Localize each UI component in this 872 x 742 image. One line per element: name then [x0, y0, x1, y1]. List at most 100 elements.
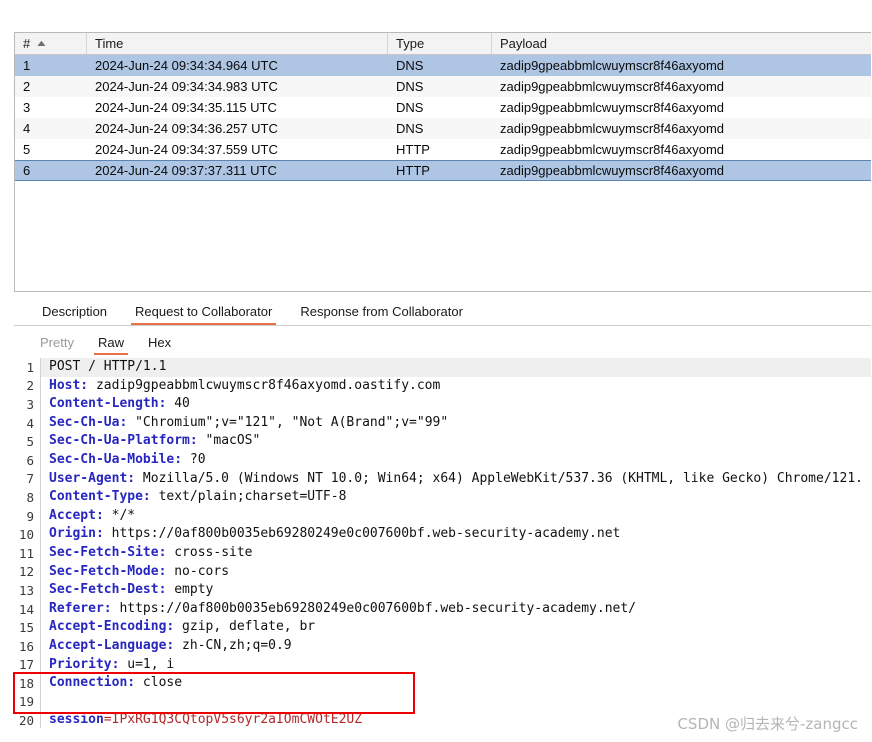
cell-number: 1: [23, 58, 31, 73]
header-name: Sec-Fetch-Site:: [49, 544, 167, 560]
header-name: Sec-Ch-Ua-Platform:: [49, 433, 198, 449]
header-name: Content-Length:: [49, 396, 167, 412]
cell-payload: zadip9gpeabbmlcwuymscr8f46axyomd: [500, 163, 725, 178]
detail-tab-bar: Description Request to Collaborator Resp…: [14, 299, 871, 326]
line-content: Referer: https://0af800b0035eb69280249e0…: [40, 599, 871, 619]
line-content: Content-Type: text/plain;charset=UTF-8: [40, 488, 871, 507]
cell-time: 2024-Jun-24 09:34:37.559 UTC: [95, 142, 278, 157]
code-line: 8 Content-Type: text/plain;charset=UTF-8: [14, 488, 871, 507]
line-content: Sec-Fetch-Mode: no-cors: [40, 562, 871, 582]
subtab-raw-label: Raw: [97, 335, 124, 350]
line-number: 15: [18, 620, 34, 636]
subtab-raw[interactable]: Raw: [86, 335, 136, 355]
line-number: 1: [26, 359, 34, 375]
code-line: 10 Origin: https://0af800b0035eb69280249…: [14, 525, 871, 544]
line-content: [40, 692, 871, 712]
line-content: Connection: close: [40, 674, 871, 693]
code-line: 14 Referer: https://0af800b0035eb6928024…: [14, 599, 871, 619]
line-content: Sec-Fetch-Site: cross-site: [40, 543, 871, 563]
line-number: 12: [18, 564, 34, 580]
line-number: 3: [26, 396, 34, 412]
code-line: 13 Sec-Fetch-Dest: empty: [14, 581, 871, 600]
line-number: 17: [18, 657, 34, 673]
table-row[interactable]: 1 2024-Jun-24 09:34:34.964 UTC DNS zadip…: [15, 55, 871, 76]
header-name: Accept:: [49, 507, 104, 523]
tab-description-label: Description: [42, 304, 108, 319]
tab-description[interactable]: Description: [28, 304, 121, 325]
cell-number: 6: [23, 163, 31, 178]
line-content: POST / HTTP/1.1: [40, 358, 871, 377]
code-line: 18 Connection: close: [14, 674, 871, 693]
column-header-type[interactable]: Type: [388, 33, 492, 54]
line-number: 11: [18, 545, 34, 561]
raw-request-viewer[interactable]: 1 POST / HTTP/1.1 2 Host: zadip9gpeabbml…: [14, 358, 871, 728]
cell-time: 2024-Jun-24 09:34:36.257 UTC: [95, 121, 278, 136]
line-content: Origin: https://0af800b0035eb69280249e0c…: [40, 525, 871, 544]
cell-number: 2: [23, 79, 31, 94]
header-value: "Chromium";v="121", "Not A(Brand";v="99": [127, 414, 449, 430]
code-line: 6 Sec-Ch-Ua-Mobile: ?0: [14, 450, 871, 470]
cell-type: HTTP: [396, 163, 430, 178]
header-name: User-Agent:: [49, 470, 136, 486]
request-start-line: POST / HTTP/1.1: [49, 359, 167, 374]
code-line: 3 Content-Length: 40: [14, 395, 871, 414]
column-header-payload[interactable]: Payload: [492, 33, 870, 54]
column-header-time[interactable]: Time: [87, 33, 388, 54]
line-number: 9: [26, 508, 34, 524]
table-row[interactable]: 5 2024-Jun-24 09:34:37.559 UTC HTTP zadi…: [15, 139, 871, 160]
cell-time: 2024-Jun-24 09:34:35.115 UTC: [95, 100, 277, 115]
column-header-number-label: #: [23, 36, 31, 51]
cell-time: 2024-Jun-24 09:37:37.311 UTC: [95, 163, 277, 178]
line-number: 10: [18, 527, 34, 543]
subtab-pretty[interactable]: Pretty: [28, 335, 86, 355]
line-number: 13: [18, 582, 34, 598]
table-row[interactable]: 4 2024-Jun-24 09:34:36.257 UTC DNS zadip…: [15, 118, 871, 139]
line-content: Content-Length: 40: [40, 395, 871, 414]
header-value: https://0af800b0035eb69280249e0c007600bf…: [111, 600, 637, 616]
header-value: "macOS": [197, 433, 261, 449]
collaborator-client-window: # ▲ Time Type Payload 1 2024-Jun-24 09:3…: [0, 0, 872, 742]
cell-payload: zadip9gpeabbmlcwuymscr8f46axyomd: [500, 79, 725, 94]
body-parameter-name: session: [49, 712, 104, 728]
line-content: Accept-Language: zh-CN,zh;q=0.9: [40, 636, 871, 656]
sort-ascending-icon: ▲: [35, 38, 49, 48]
line-content: Sec-Ch-Ua: "Chromium";v="121", "Not A(Br…: [40, 413, 871, 433]
header-name: Referer:: [49, 600, 112, 616]
header-name: Host:: [49, 377, 89, 393]
watermark-text: CSDN @归去来兮-zangcc: [677, 715, 858, 733]
header-name: Connection:: [49, 675, 136, 691]
code-line: 12 Sec-Fetch-Mode: no-cors: [14, 562, 871, 582]
line-content: Sec-Ch-Ua-Mobile: ?0: [40, 450, 871, 470]
code-line: 7 User-Agent: Mozilla/5.0 (Windows NT 10…: [14, 469, 871, 489]
code-line: 11 Sec-Fetch-Site: cross-site: [14, 543, 871, 563]
code-line: 15 Accept-Encoding: gzip, deflate, br: [14, 618, 871, 637]
cell-number: 3: [23, 100, 31, 115]
cell-type: DNS: [396, 58, 424, 73]
message-view-tab-bar: Pretty Raw Hex: [14, 329, 871, 355]
header-value: close: [135, 675, 183, 691]
code-line: 2 Host: zadip9gpeabbmlcwuymscr8f46axyomd…: [14, 376, 871, 396]
line-number: 4: [26, 415, 34, 431]
code-line: 19: [14, 692, 871, 712]
line-content: Priority: u=1, i: [40, 655, 871, 675]
table-row[interactable]: 2 2024-Jun-24 09:34:34.983 UTC DNS zadip…: [15, 76, 871, 97]
cell-payload: zadip9gpeabbmlcwuymscr8f46axyomd: [500, 121, 725, 136]
interaction-detail-panel: Description Request to Collaborator Resp…: [14, 299, 871, 729]
subtab-hex[interactable]: Hex: [136, 335, 183, 355]
cell-type: DNS: [396, 79, 424, 94]
line-content: Accept-Encoding: gzip, deflate, br: [40, 618, 871, 637]
table-row[interactable]: 3 2024-Jun-24 09:34:35.115 UTC DNS zadip…: [15, 97, 871, 118]
line-number: 8: [26, 489, 34, 505]
collaborator-interactions-table[interactable]: # ▲ Time Type Payload 1 2024-Jun-24 09:3…: [14, 32, 871, 292]
cell-type: HTTP: [396, 142, 430, 157]
line-number: 5: [26, 434, 34, 450]
column-header-number[interactable]: # ▲: [15, 33, 87, 54]
line-number: 7: [26, 471, 34, 487]
table-row[interactable]: 6 2024-Jun-24 09:37:37.311 UTC HTTP zadi…: [15, 160, 871, 181]
tab-request-to-collaborator[interactable]: Request to Collaborator: [121, 304, 286, 325]
cell-number: 5: [23, 142, 31, 157]
tab-response-from-collaborator[interactable]: Response from Collaborator: [286, 304, 477, 325]
header-value: */*: [103, 507, 136, 523]
line-number: 18: [18, 675, 34, 691]
cell-number: 4: [23, 121, 31, 136]
